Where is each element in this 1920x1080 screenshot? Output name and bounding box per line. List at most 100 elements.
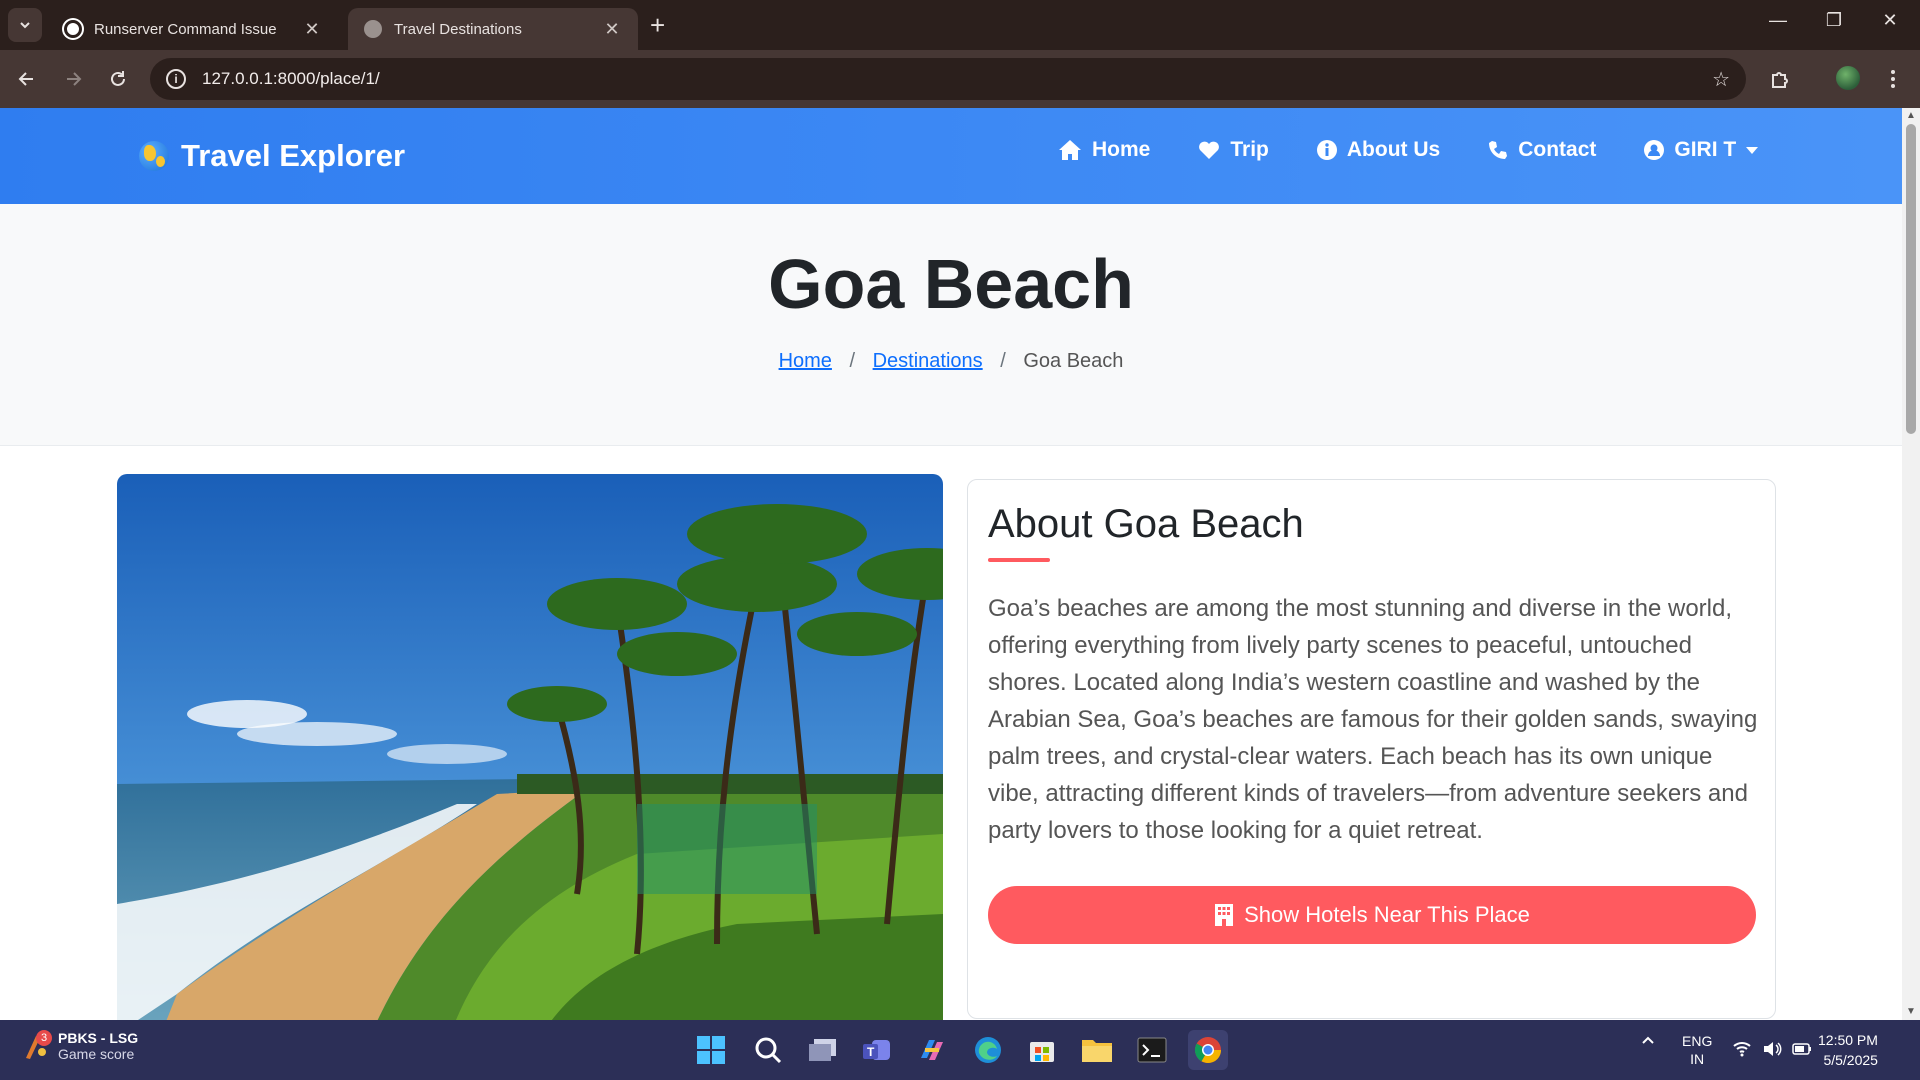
bookmark-star-icon[interactable]: ☆ (1712, 67, 1730, 92)
nav-trip[interactable]: Trip (1198, 138, 1269, 162)
kebab-menu-icon (1891, 70, 1895, 88)
clock-date: 5/5/2025 (1823, 1052, 1878, 1068)
forward-button[interactable] (58, 64, 88, 94)
heart-icon (1199, 141, 1220, 159)
new-tab-button[interactable]: + (650, 12, 665, 38)
beach-photo (117, 474, 943, 1020)
scrollbar-thumb[interactable] (1906, 124, 1916, 434)
file-explorer-button[interactable] (1077, 1030, 1117, 1070)
windows-logo-icon (697, 1036, 725, 1064)
tab-title: Runserver Command Issue (94, 20, 277, 38)
region-code: IN (1690, 1051, 1705, 1067)
minimize-button[interactable]: — (1758, 10, 1798, 31)
battery-icon (1792, 1043, 1811, 1055)
user-name: GIRI T (1674, 138, 1737, 161)
url-text: 127.0.0.1:8000/place/1/ (202, 69, 380, 88)
task-view-button[interactable] (803, 1030, 843, 1070)
profile-avatar[interactable] (1834, 64, 1862, 92)
close-icon[interactable]: ✕ (302, 19, 322, 40)
nav-contact-label: Contact (1518, 138, 1597, 161)
copilot-icon (921, 1040, 943, 1060)
tab-search-button[interactable] (8, 8, 42, 42)
phone-icon (1489, 141, 1508, 159)
start-button[interactable] (691, 1030, 731, 1070)
breadcrumb: Home / Destinations / Goa Beach (0, 350, 1902, 373)
edge-button[interactable] (968, 1030, 1008, 1070)
globe-icon (139, 141, 169, 171)
menu-button[interactable] (1878, 64, 1908, 94)
terminal-button[interactable] (1132, 1030, 1172, 1070)
browser-toolbar: i 127.0.0.1:8000/place/1/ ☆ (0, 50, 1920, 108)
breadcrumb-destinations[interactable]: Destinations (873, 350, 983, 372)
nav-links: Home Trip About Us Contact GIRI T (1058, 138, 1806, 162)
close-icon[interactable]: ✕ (602, 19, 622, 40)
reload-button[interactable] (103, 64, 133, 94)
info-circle-icon (1316, 140, 1337, 160)
chevron-up-icon (1642, 1036, 1654, 1044)
puzzle-icon (1772, 72, 1788, 88)
store-icon (1030, 1042, 1054, 1062)
tab-runserver[interactable]: Runserver Command Issue ✕ (48, 8, 338, 50)
web-page: Travel Explorer Home Trip About Us Conta… (0, 108, 1902, 1020)
close-window-button[interactable]: ✕ (1870, 10, 1910, 31)
brand-name: Travel Explorer (181, 138, 406, 173)
sports-widget[interactable]: 3 PBKS - LSG Game score (22, 1030, 138, 1062)
info-icon[interactable]: i (166, 69, 186, 89)
windows-taskbar: 3 PBKS - LSG Game score (0, 1020, 1920, 1080)
edge-icon (975, 1037, 1001, 1063)
widget-subtitle: Game score (58, 1046, 135, 1062)
heading-underline (988, 558, 1050, 562)
system-tray[interactable] (1732, 1040, 1812, 1058)
scroll-up-icon[interactable]: ▲ (1906, 110, 1916, 121)
arrow-right-icon (67, 72, 82, 86)
chrome-button[interactable] (1188, 1030, 1228, 1070)
nav-contact[interactable]: Contact (1488, 138, 1596, 162)
tab-title: Travel Destinations (394, 20, 522, 38)
nav-home[interactable]: Home (1058, 138, 1150, 162)
about-heading: About Goa Beach (988, 502, 1304, 546)
chrome-icon (1194, 1037, 1222, 1064)
about-description: Goa’s beaches are among the most stunnin… (988, 595, 1758, 844)
extensions-button[interactable] (1765, 64, 1795, 94)
store-button[interactable] (1022, 1030, 1062, 1070)
show-hidden-icons[interactable] (1640, 1032, 1656, 1051)
page-scrollbar[interactable]: ▲ ▼ (1902, 108, 1920, 1020)
destination-image (117, 474, 943, 1020)
search-button[interactable] (748, 1030, 788, 1070)
breadcrumb-separator: / (849, 350, 856, 372)
nav-about-label: About Us (1346, 138, 1441, 161)
brand-link[interactable]: Travel Explorer (139, 138, 405, 174)
tab-travel-destinations[interactable]: Travel Destinations ✕ (348, 8, 638, 50)
copilot-button[interactable] (912, 1030, 952, 1070)
user-circle-icon (1644, 140, 1665, 160)
about-card: About Goa Beach Goa’s beaches are among … (967, 479, 1776, 1019)
nav-home-label: Home (1092, 138, 1151, 161)
site-navbar: Travel Explorer Home Trip About Us Conta… (0, 108, 1902, 204)
clock-time: 12:50 PM (1818, 1032, 1878, 1048)
folder-icon (1082, 1040, 1112, 1062)
user-menu[interactable]: GIRI T (1644, 138, 1759, 162)
chevron-down-icon (20, 22, 30, 29)
teams-button[interactable]: T (857, 1030, 897, 1070)
breadcrumb-separator: / (1000, 350, 1006, 372)
back-button[interactable] (12, 64, 42, 94)
arrow-left-icon (18, 72, 33, 86)
volume-icon (1764, 1042, 1782, 1056)
scroll-down-icon[interactable]: ▼ (1906, 1006, 1916, 1017)
address-bar[interactable]: i 127.0.0.1:8000/place/1/ ☆ (150, 58, 1746, 100)
breadcrumb-home[interactable]: Home (779, 350, 832, 372)
language-indicator[interactable]: ENG IN (1682, 1032, 1712, 1068)
restore-button[interactable]: ❐ (1814, 10, 1854, 31)
show-hotels-button[interactable]: Show Hotels Near This Place (988, 886, 1756, 944)
globe-icon (364, 20, 382, 38)
nav-about[interactable]: About Us (1316, 138, 1441, 162)
widget-title: PBKS - LSG (58, 1030, 139, 1046)
cricket-icon: 3 (22, 1030, 52, 1060)
wifi-icon (1733, 1042, 1751, 1057)
page-header: Goa Beach Home / Destinations / Goa Beac… (0, 204, 1902, 446)
task-view-icon (809, 1039, 836, 1061)
teams-icon: T (863, 1040, 890, 1060)
language-code: ENG (1682, 1033, 1713, 1049)
clock[interactable]: 12:50 PM 5/5/2025 (1818, 1030, 1878, 1070)
page-title: Goa Beach (768, 245, 1134, 323)
